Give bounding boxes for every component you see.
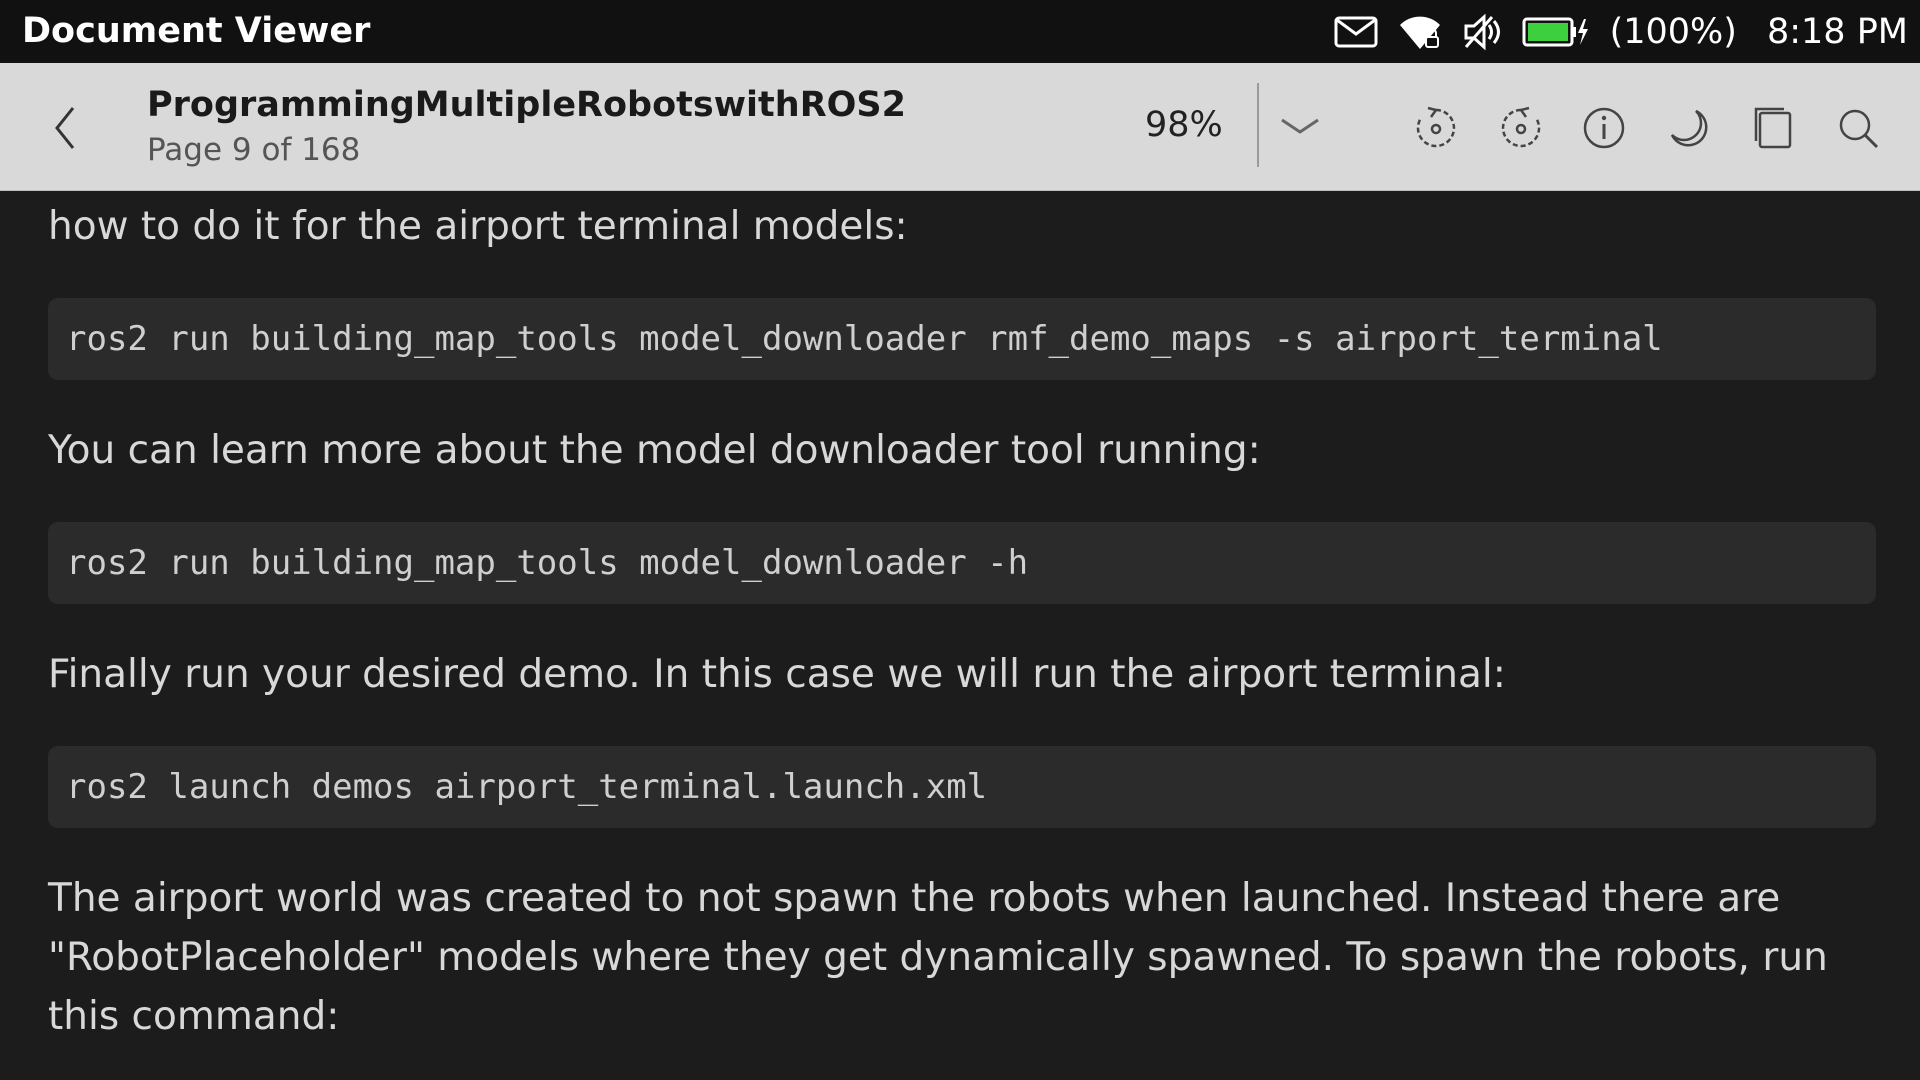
paragraph-line: this command: [48,994,340,1039]
info-button[interactable] [1577,101,1631,155]
rotate-right-button[interactable] [1494,101,1548,155]
document-page-content[interactable]: how to do it for the airport terminal mo… [0,191,1920,1080]
info-icon [1583,107,1625,149]
document-toolbar: ProgrammingMultipleRobotswithROS2 Page 9… [0,63,1920,191]
code-block-launch: ros2 launch demos airport_terminal.launc… [48,746,1876,828]
mail-icon [1334,16,1378,48]
app-title: Document Viewer [22,11,371,51]
code-block-model-downloader: ros2 run building_map_tools model_downlo… [48,298,1876,380]
zoom-dropdown-button[interactable] [1275,101,1325,151]
chevron-down-icon [1281,118,1319,134]
back-icon [55,107,75,149]
paragraph-airport-world: The airport world was created to not spa… [48,869,1868,1046]
night-mode-button[interactable] [1662,101,1716,155]
paragraph-run-demo: Finally run your desired demo. In this c… [48,652,1506,697]
paragraph-intro: how to do it for the airport terminal mo… [48,204,908,249]
status-icons: (100%) 8:18 PM [1334,0,1908,63]
code-text: ros2 run building_map_tools model_downlo… [66,543,1029,583]
wifi-icon [1398,13,1442,51]
zoom-level[interactable]: 98% [1145,105,1223,145]
speaker-muted-icon [1462,13,1502,51]
paragraph-line: The airport world was created to not spa… [48,876,1781,921]
toolbar-divider [1257,83,1259,167]
rotate-right-icon [1501,106,1541,148]
paragraph-line: "RobotPlaceholder" models where they get… [48,935,1828,980]
paragraph-learn-more: You can learn more about the model downl… [48,428,1261,473]
search-icon [1839,109,1879,149]
rotate-left-icon [1416,106,1456,148]
battery-charging-icon [1522,15,1590,49]
back-button[interactable] [40,93,90,163]
page-indicator: Page 9 of 168 [147,132,361,168]
moon-icon [1670,109,1708,147]
code-block-help: ros2 run building_map_tools model_downlo… [48,522,1876,604]
pages-icon [1754,107,1792,149]
clock: 8:18 PM [1766,11,1908,52]
search-button[interactable] [1831,101,1885,155]
page-view-button[interactable] [1746,101,1800,155]
rotate-left-button[interactable] [1409,101,1463,155]
status-bar: Document Viewer (100%) 8:18 PM [0,0,1920,63]
code-text: ros2 launch demos airport_terminal.launc… [66,767,988,807]
battery-percentage: (100%) [1609,11,1737,52]
code-text: ros2 run building_map_tools model_downlo… [66,319,1663,359]
document-title: ProgrammingMultipleRobotswithROS2 [147,85,906,125]
